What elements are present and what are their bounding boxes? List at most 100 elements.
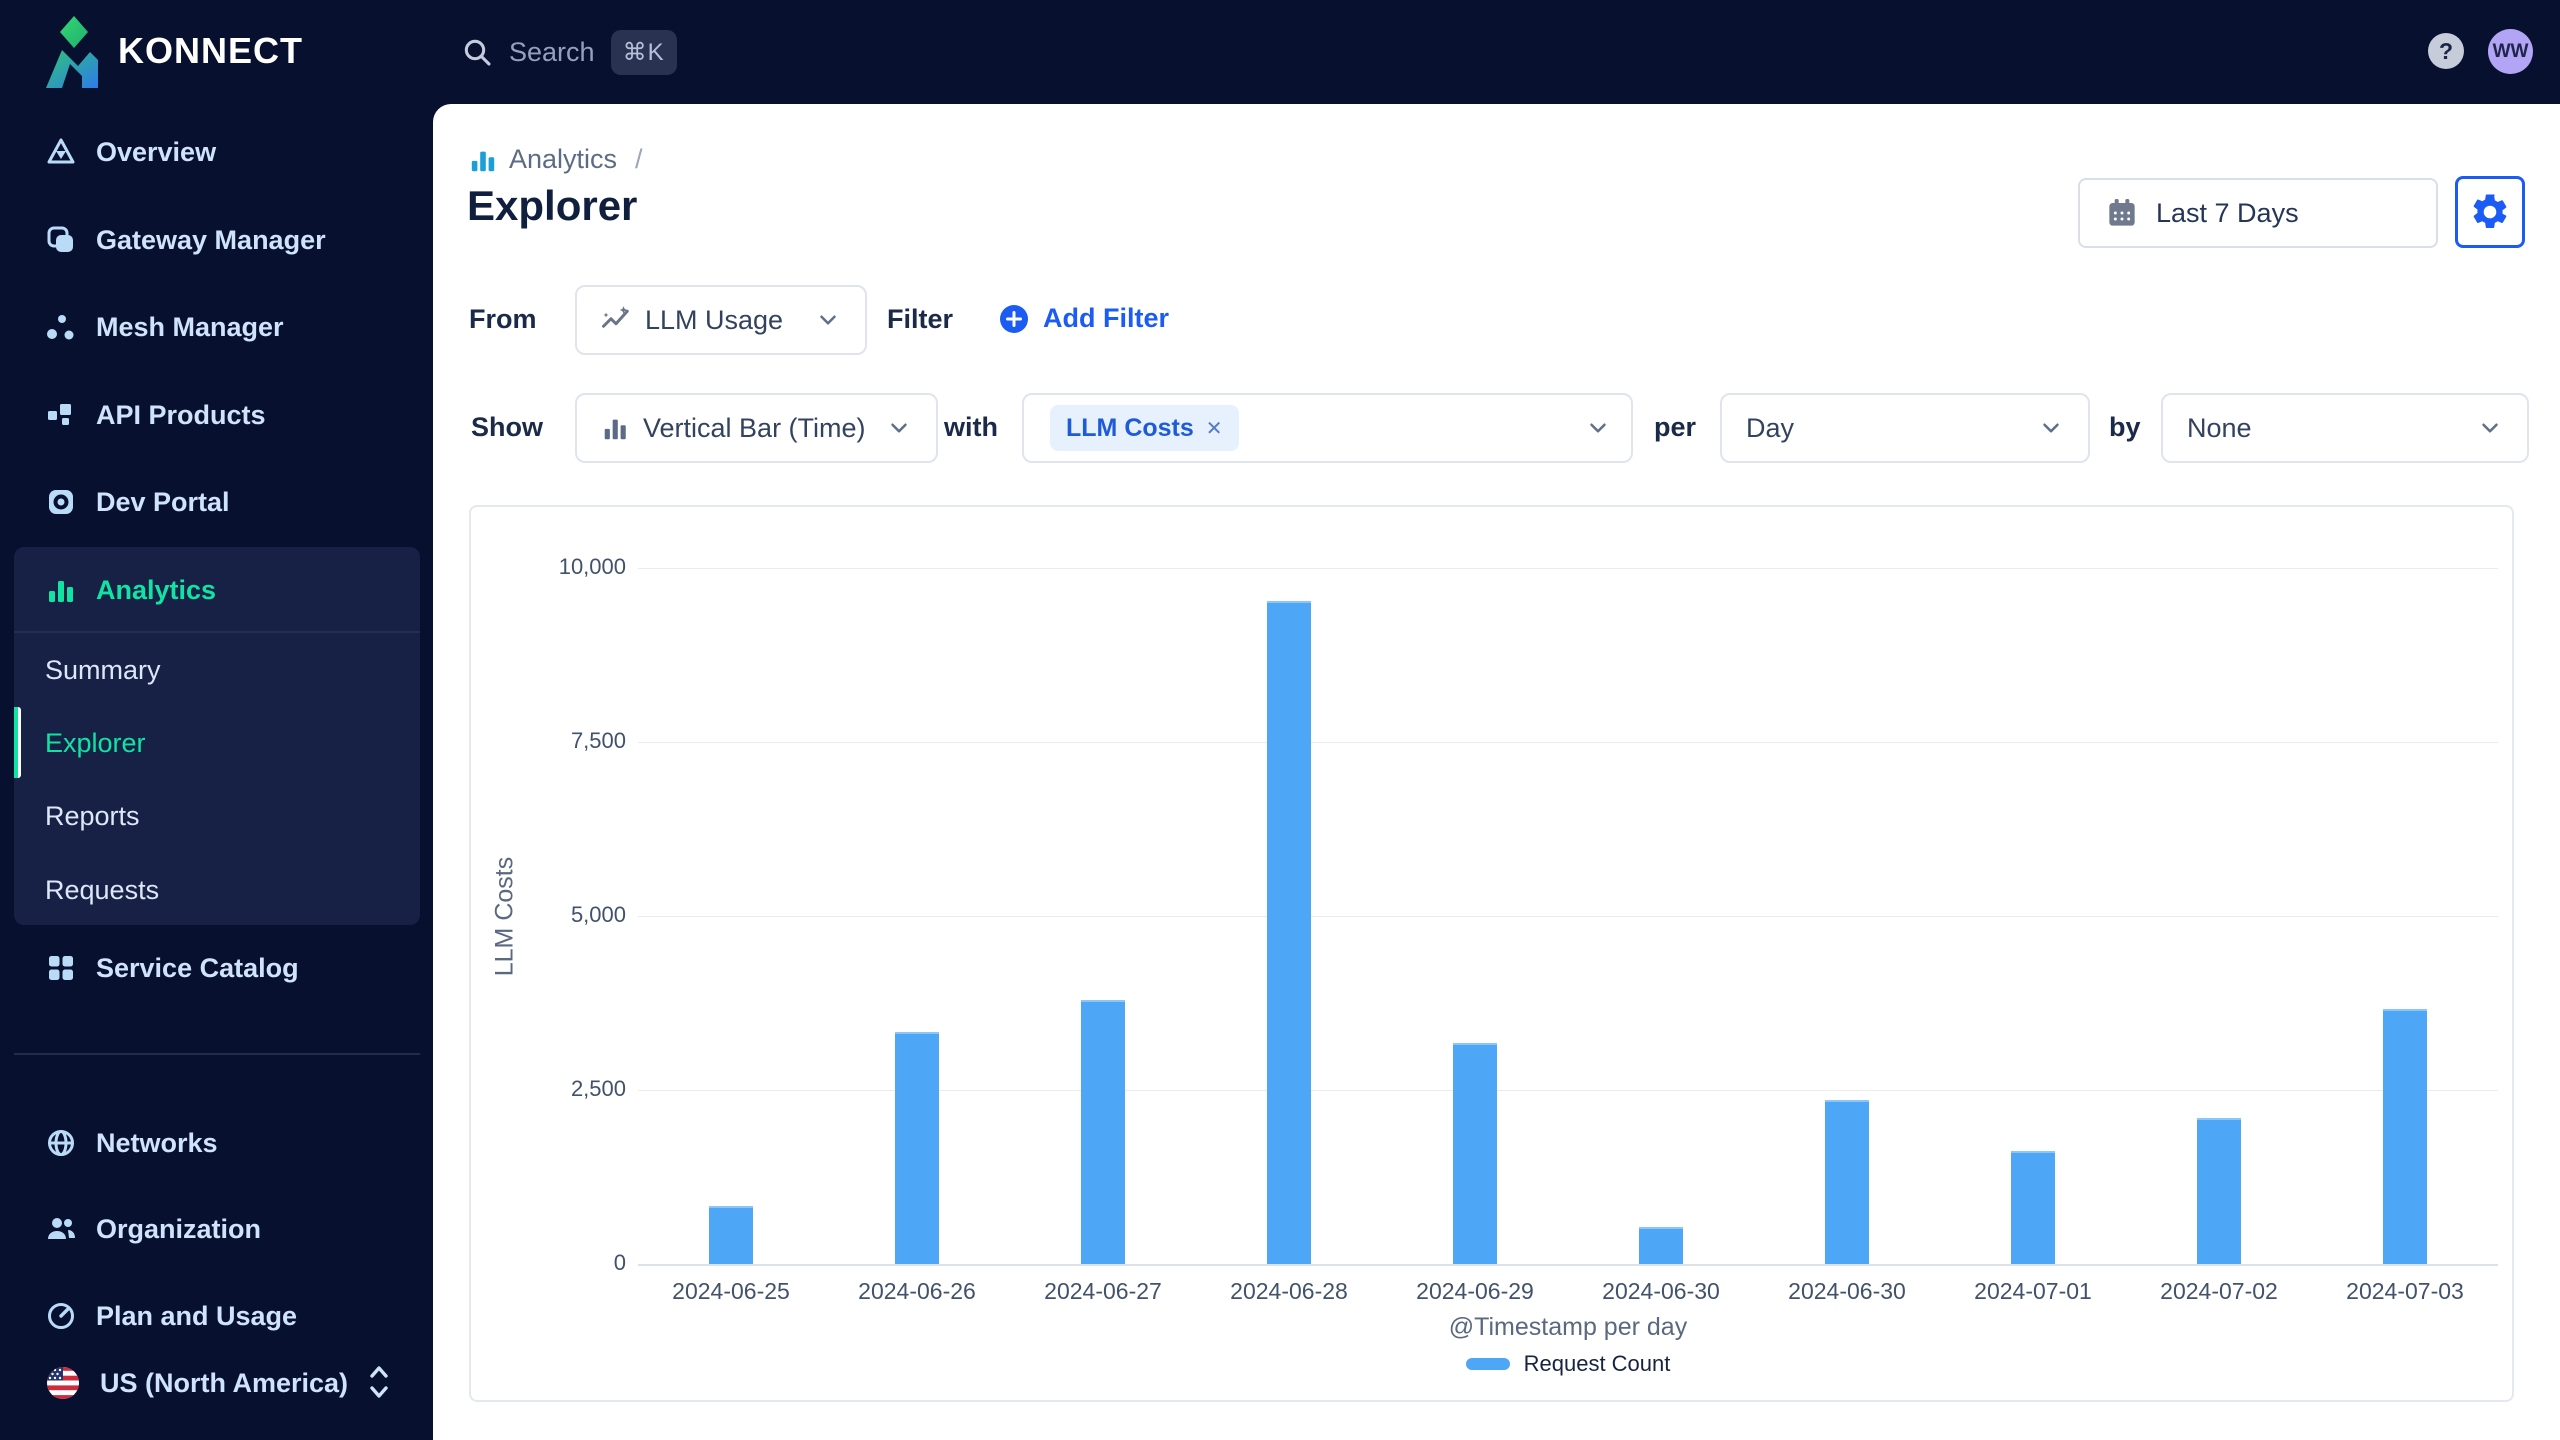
bar[interactable] — [1081, 1000, 1125, 1264]
us-flag-icon — [47, 1367, 79, 1399]
bar-column — [1940, 568, 2126, 1264]
bar[interactable] — [1267, 600, 1311, 1264]
chart-card: LLM Costs 10,000 7,500 5,000 2,500 0 202… — [469, 505, 2514, 1402]
sidebar-item-requests[interactable]: Requests — [14, 860, 420, 920]
chevron-down-icon — [2043, 423, 2059, 433]
sidebar-item-overview[interactable]: Overview — [14, 117, 420, 187]
date-range-label: Last 7 Days — [2156, 197, 2299, 228]
x-tick-label: 2024-07-03 — [2346, 1278, 2464, 1304]
sidebar-item-gateway-manager[interactable]: Gateway Manager — [14, 205, 420, 275]
per-label: per — [1654, 412, 1697, 442]
group-by-value: None — [2187, 412, 2252, 443]
close-icon[interactable]: ✕ — [1206, 416, 1223, 441]
group-by-dropdown[interactable]: None — [2161, 393, 2529, 463]
from-dropdown[interactable]: LLM Usage — [575, 285, 867, 355]
bar-column — [2126, 568, 2312, 1264]
chart-settings-button[interactable] — [2455, 176, 2525, 248]
breadcrumb-analytics[interactable]: Analytics — [509, 144, 617, 175]
bar[interactable] — [709, 1206, 753, 1264]
metric-select[interactable]: LLM Costs ✕ — [1022, 393, 1633, 463]
with-label: with — [944, 412, 998, 442]
sidebar-section-analytics: Analytics Summary Explorer Reports Reque… — [14, 547, 420, 925]
search-placeholder: Search — [509, 36, 595, 67]
y-tick-label: 5,000 — [570, 902, 626, 927]
chevron-down-icon — [820, 315, 836, 325]
y-tick-label: 2,500 — [570, 1076, 626, 1101]
sidebar-item-label: Overview — [96, 136, 217, 167]
by-label: by — [2109, 412, 2141, 442]
bar[interactable] — [2011, 1151, 2055, 1264]
sidebar-divider — [14, 1053, 420, 1055]
sidebar-item-plan-and-usage[interactable]: Plan and Usage — [14, 1281, 420, 1351]
bar[interactable] — [1825, 1099, 1869, 1264]
x-tick-label: 2024-07-02 — [2160, 1278, 2278, 1304]
x-axis-baseline — [638, 1264, 2498, 1266]
user-avatar[interactable]: WW — [2488, 29, 2533, 74]
bar-column — [1382, 568, 1568, 1264]
x-tick-label: 2024-06-25 — [672, 1278, 790, 1304]
bar[interactable] — [1453, 1043, 1497, 1264]
bar[interactable] — [895, 1032, 939, 1264]
x-tick-label: 2024-07-01 — [1974, 1278, 2092, 1304]
sidebar-item-networks[interactable]: Networks — [14, 1108, 420, 1178]
bar[interactable] — [1639, 1227, 1683, 1264]
chart-type-dropdown[interactable]: Vertical Bar (Time) — [575, 393, 938, 463]
sub-item-label: Reports — [45, 800, 140, 831]
sidebar-item-label: Service Catalog — [96, 952, 299, 983]
sidebar-item-mesh-manager[interactable]: Mesh Manager — [14, 292, 420, 362]
people-icon — [48, 1218, 75, 1239]
sidebar-item-label: Dev Portal — [96, 486, 230, 517]
sidebar-item-api-products[interactable]: API Products — [14, 380, 420, 450]
sidebar: KONNECT Overview Gateway Manager Mesh Ma… — [0, 0, 433, 1440]
gateway-manager-icon — [47, 226, 73, 252]
y-tick-label: 0 — [613, 1250, 626, 1275]
sidebar-item-summary[interactable]: Summary — [14, 640, 420, 700]
region-switcher[interactable]: US (North America) — [14, 1348, 420, 1418]
sub-item-label: Explorer — [45, 727, 146, 758]
breadcrumb[interactable]: Analytics / — [469, 144, 643, 175]
bar[interactable] — [2197, 1117, 2241, 1264]
global-search[interactable]: Search ⌘K — [461, 0, 677, 104]
sidebar-item-label: API Products — [96, 399, 266, 430]
legend-item-request-count[interactable]: Request Count — [638, 1351, 2498, 1377]
sidebar-item-explorer[interactable]: Explorer — [14, 713, 420, 773]
sub-item-label: Requests — [45, 874, 160, 905]
x-tick-label: 2024-06-30 — [1788, 1278, 1906, 1304]
sidebar-item-reports[interactable]: Reports — [14, 786, 420, 846]
metric-chip[interactable]: LLM Costs ✕ — [1050, 405, 1239, 451]
sidebar-item-service-catalog[interactable]: Service Catalog — [14, 933, 420, 1003]
bar-column — [638, 568, 824, 1264]
show-label: Show — [471, 412, 543, 442]
sidebar-item-label: Networks — [96, 1127, 218, 1158]
x-axis-labels: 2024-06-25 2024-06-26 2024-06-27 2024-06-28… — [638, 1278, 2498, 1305]
from-value: LLM Usage — [645, 304, 784, 335]
chevron-up-down-icon — [370, 1366, 388, 1398]
konnect-logo-icon[interactable] — [40, 16, 104, 88]
breadcrumb-separator: / — [635, 144, 643, 174]
bar-column — [1196, 568, 1382, 1264]
chevron-down-icon — [2482, 423, 2498, 433]
sidebar-item-label: Mesh Manager — [96, 311, 284, 342]
mesh-manager-icon — [47, 315, 74, 340]
vertical-bar-icon — [604, 419, 626, 440]
x-tick-label: 2024-06-30 — [1602, 1278, 1720, 1304]
help-button[interactable]: ? — [2428, 33, 2464, 69]
bar[interactable] — [2383, 1009, 2427, 1264]
search-shortcut-badge: ⌘K — [610, 29, 677, 75]
bar-column — [1010, 568, 1196, 1264]
sidebar-item-analytics[interactable]: Analytics — [14, 555, 420, 625]
sub-item-label: Summary — [45, 654, 161, 685]
sidebar-item-organization[interactable]: Organization — [14, 1194, 420, 1264]
service-catalog-icon — [49, 956, 73, 980]
bars — [638, 568, 2498, 1264]
date-range-picker[interactable]: Last 7 Days — [2078, 178, 2438, 248]
add-filter-button[interactable]: Add Filter — [999, 303, 1169, 334]
y-tick-label: 10,000 — [558, 554, 626, 579]
gear-icon — [2473, 194, 2507, 228]
metric-chip-label: LLM Costs — [1066, 413, 1194, 442]
chart-type-value: Vertical Bar (Time) — [643, 412, 866, 443]
overview-icon — [47, 138, 75, 164]
sidebar-item-dev-portal[interactable]: Dev Portal — [14, 467, 420, 537]
bar-column — [1568, 568, 1754, 1264]
granularity-dropdown[interactable]: Day — [1720, 393, 2090, 463]
